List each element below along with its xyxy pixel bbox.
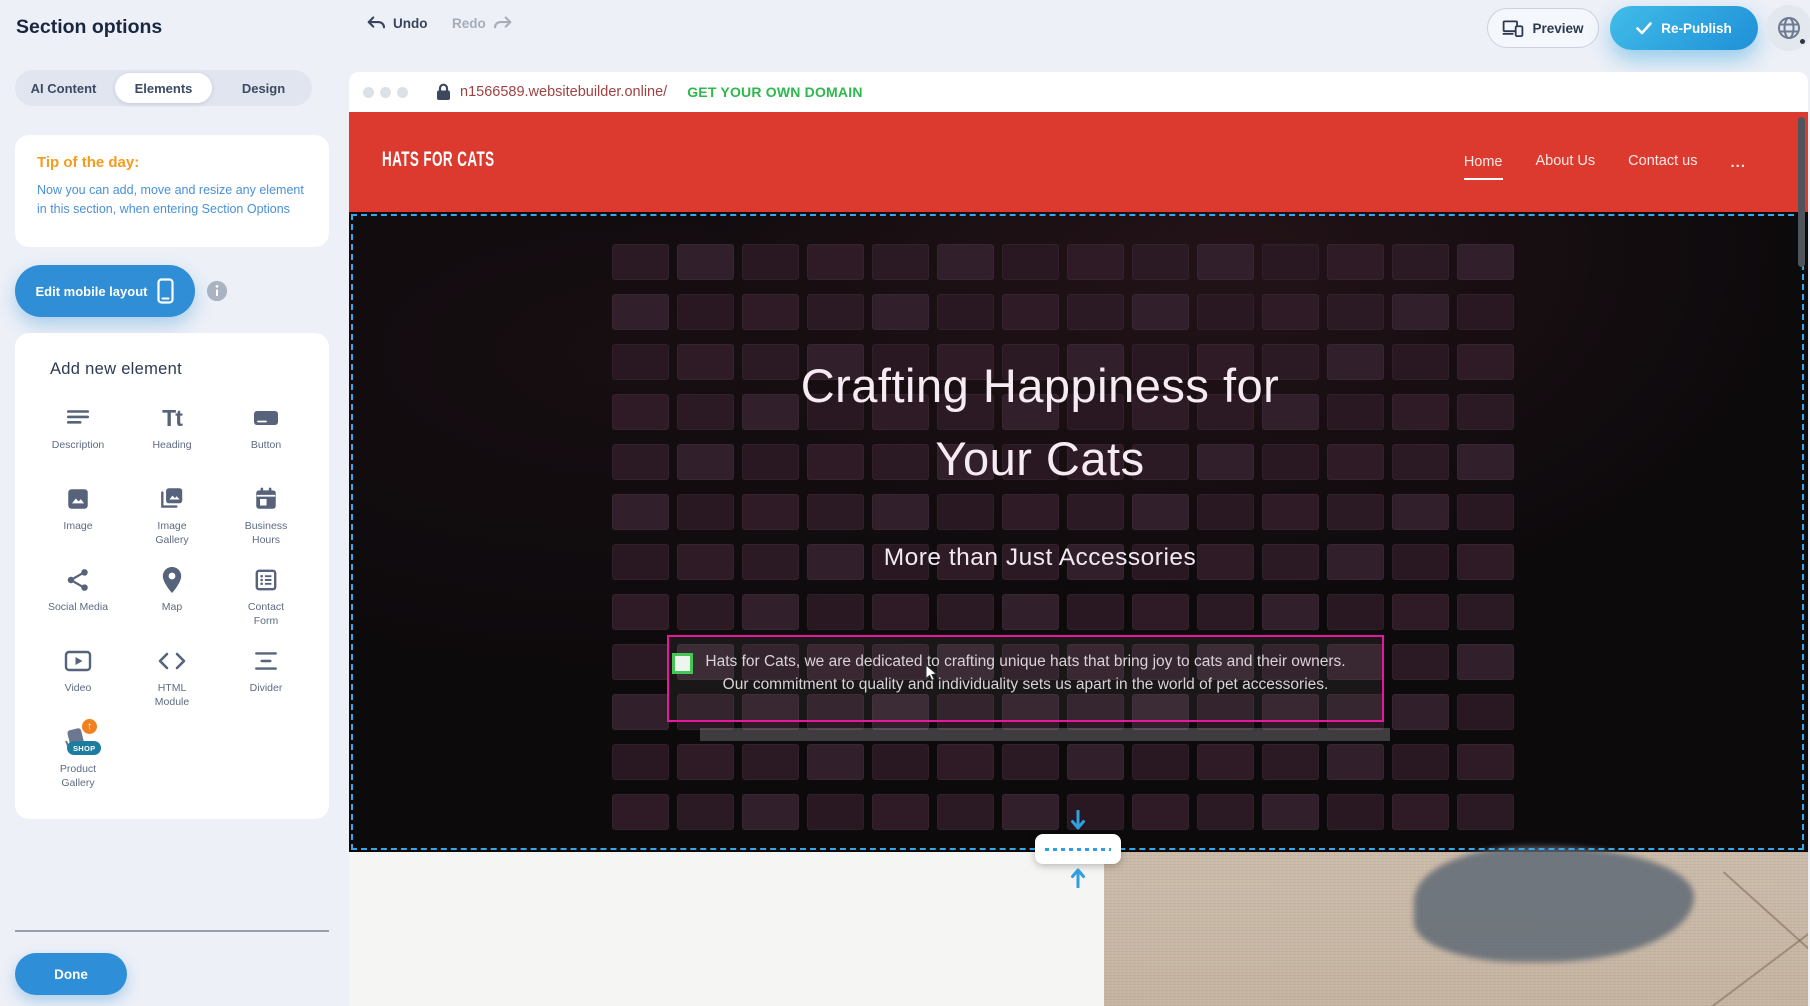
button-icon: [252, 401, 280, 435]
globe-icon: [1776, 15, 1802, 41]
element-map[interactable]: Map: [125, 563, 219, 644]
nav-more-button[interactable]: ...: [1730, 154, 1746, 171]
undo-label: Undo: [393, 16, 428, 31]
done-button[interactable]: Done: [15, 953, 127, 995]
site-url: n1566589.websitebuilder.online/: [460, 84, 667, 100]
app-window: Section options Undo Redo Preview Re-Pub…: [0, 0, 1810, 1006]
edit-mobile-layout-button[interactable]: Edit mobile layout: [15, 265, 195, 317]
undo-button[interactable]: Undo: [366, 15, 428, 31]
next-section-image[interactable]: [1104, 852, 1808, 1006]
tip-body: Now you can add, move and resize any ele…: [37, 181, 307, 220]
element-divider[interactable]: Divider: [219, 644, 313, 725]
resize-handle-green[interactable]: [672, 653, 693, 674]
tab-design[interactable]: Design: [215, 70, 312, 106]
tip-title: Tip of the day:: [37, 154, 307, 171]
shop-badge: SHOP: [67, 741, 101, 755]
preview-button[interactable]: Preview: [1487, 8, 1599, 48]
redo-label: Redo: [452, 16, 486, 31]
element-video[interactable]: Video: [31, 644, 125, 725]
site-logo[interactable]: HATS FOR CATS: [382, 149, 494, 172]
undo-icon: [366, 15, 386, 31]
page-title: Section options: [16, 16, 162, 39]
republish-button[interactable]: Re-Publish: [1610, 6, 1758, 50]
element-social-media[interactable]: Social Media: [31, 563, 125, 644]
preview-scrollbar[interactable]: [1798, 117, 1805, 267]
element-heading[interactable]: Tt Heading: [125, 401, 219, 482]
hero-section[interactable]: Crafting Happiness for Your Cats More th…: [349, 212, 1808, 852]
share-icon: [65, 563, 91, 597]
lock-icon: [436, 83, 451, 101]
add-new-element-title: Add new element: [50, 360, 329, 379]
element-product-gallery[interactable]: ↑ SHOP Product Gallery: [31, 725, 125, 806]
preview-label: Preview: [1532, 21, 1583, 36]
divider-icon: [253, 644, 279, 678]
site-preview-window: n1566589.websitebuilder.online/ GET YOUR…: [349, 72, 1808, 1006]
redo-icon: [493, 15, 513, 31]
nav-about-us[interactable]: About Us: [1536, 153, 1596, 171]
map-pin-icon: [160, 563, 184, 597]
globe-badge: [1798, 37, 1807, 46]
selected-text-element[interactable]: Hats for Cats, we are dedicated to craft…: [667, 635, 1384, 722]
heading-icon: Tt: [162, 405, 182, 432]
redo-button[interactable]: Redo: [452, 15, 513, 31]
element-business-hours[interactable]: Business Hours: [219, 482, 313, 563]
hero-subtitle[interactable]: More than Just Accessories: [690, 544, 1390, 572]
tip-of-the-day-card: Tip of the day: Now you can add, move an…: [15, 135, 329, 247]
site-nav: Home About Us Contact us ...: [1464, 112, 1746, 212]
element-shadow-strip: [700, 728, 1390, 741]
nav-contact-us[interactable]: Contact us: [1628, 153, 1697, 171]
edit-mobile-label: Edit mobile layout: [36, 284, 148, 299]
sidebar-tabs: AI Content Elements Design: [15, 70, 312, 106]
code-icon: [158, 644, 186, 678]
check-icon: [1636, 22, 1652, 35]
next-section-background[interactable]: [349, 852, 1104, 1006]
site-header[interactable]: HATS FOR CATS Home About Us Contact us .…: [349, 112, 1808, 212]
element-contact-form[interactable]: Contact Form: [219, 563, 313, 644]
cat-shadow: [1414, 846, 1694, 962]
add-new-element-panel: Add new element Description Tt Heading B…: [15, 333, 329, 819]
element-html-module[interactable]: HTML Module: [125, 644, 219, 725]
element-button[interactable]: Button: [219, 401, 313, 482]
image-icon: [65, 482, 91, 516]
video-icon: [64, 644, 92, 678]
browser-address-bar: n1566589.websitebuilder.online/ GET YOUR…: [349, 72, 1808, 112]
form-icon: [253, 563, 279, 597]
description-icon: [65, 401, 91, 435]
window-dots-icon: [363, 87, 408, 98]
resize-arrow-up-icon: [1068, 864, 1088, 888]
element-grid: Description Tt Heading Button Image: [15, 401, 329, 806]
element-image-gallery[interactable]: Image Gallery: [125, 482, 219, 563]
devices-icon: [1502, 20, 1524, 37]
hero-title[interactable]: Crafting Happiness for Your Cats: [690, 349, 1390, 495]
site-viewport: HATS FOR CATS Home About Us Contact us .…: [349, 112, 1808, 1006]
language-globe-button[interactable]: [1766, 5, 1810, 51]
get-domain-link[interactable]: GET YOUR OWN DOMAIN: [687, 84, 862, 100]
calendar-icon: [253, 482, 279, 516]
resize-arrow-down-icon: [1068, 810, 1088, 834]
republish-label: Re-Publish: [1661, 21, 1732, 36]
sidebar-divider: [15, 930, 329, 932]
upgrade-arrow-badge: ↑: [82, 719, 97, 734]
info-icon[interactable]: [206, 280, 228, 302]
element-image[interactable]: Image: [31, 482, 125, 563]
product-gallery-icon: ↑ SHOP: [61, 725, 95, 759]
mouse-cursor: [925, 664, 940, 682]
phone-icon: [157, 278, 174, 304]
tab-elements[interactable]: Elements: [115, 73, 212, 103]
nav-home[interactable]: Home: [1464, 154, 1503, 180]
section-resize-handle[interactable]: [1035, 834, 1121, 864]
tab-ai-content[interactable]: AI Content: [15, 70, 112, 106]
image-gallery-icon: [158, 482, 186, 516]
element-description[interactable]: Description: [31, 401, 125, 482]
